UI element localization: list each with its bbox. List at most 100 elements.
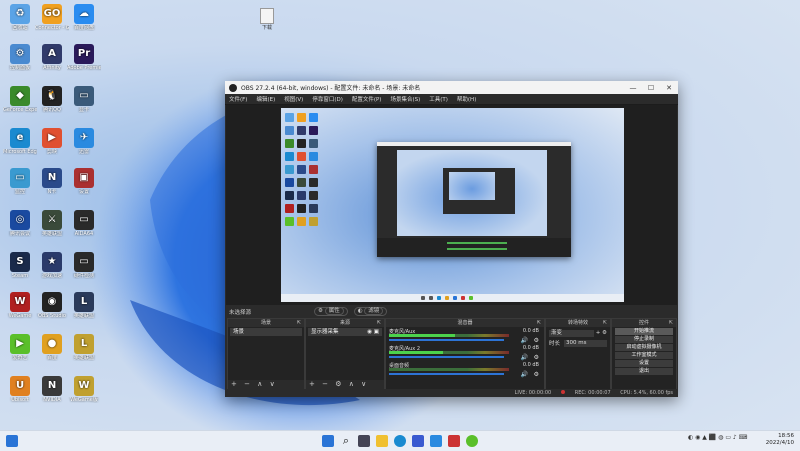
speaker-icon[interactable]: 🔊 — [521, 354, 528, 361]
desktop-icon[interactable]: L 英雄联盟 — [67, 292, 101, 319]
desktop-icon[interactable]: ● 百度 — [35, 334, 69, 361]
menu-item[interactable]: 停靠窗口(D) — [312, 95, 343, 103]
tray-icons[interactable]: ◐ ◉ ▲ ⬛ ◍ ▭ ♪ ⌨ — [688, 434, 747, 441]
menu-item[interactable]: 帮助(H) — [457, 95, 476, 103]
source-settings-icon[interactable]: ⚙ — [335, 380, 341, 388]
dock-pin-icon[interactable]: ⇱ — [377, 319, 381, 327]
menu-item[interactable]: 文件(F) — [229, 95, 247, 103]
desktop-icon[interactable]: ★ 游戏加速 — [35, 252, 69, 279]
duration-value[interactable]: 300 ms — [564, 339, 607, 347]
desktop-icon[interactable]: ▶ 剪映 — [35, 128, 69, 155]
preview-canvas[interactable] — [281, 108, 624, 302]
dock-pin-icon[interactable]: ⇱ — [603, 319, 607, 327]
minimize-icon[interactable]: — — [624, 84, 642, 92]
widgets-icon[interactable] — [6, 435, 18, 447]
store-icon[interactable] — [412, 435, 424, 447]
menu-item[interactable]: 配置文件(P) — [352, 95, 382, 103]
rec-status-wrap: REC: 00:00:07 — [560, 390, 611, 396]
add-scene-icon[interactable]: + — [231, 380, 237, 388]
desktop-icon[interactable]: ▭ 监控 — [3, 168, 37, 195]
control-button[interactable]: 停止录制 — [615, 336, 673, 343]
gear-icon[interactable]: ⚙ — [534, 354, 539, 361]
filters-button[interactable]: ◐ 滤镜 — [353, 307, 388, 316]
remove-source-icon[interactable]: − — [322, 380, 328, 388]
dock-pin-icon[interactable]: ⇱ — [669, 319, 673, 327]
control-button[interactable]: 设置 — [615, 360, 673, 367]
desktop-icon[interactable]: PrAdobe Premiere — [67, 44, 101, 71]
remove-scene-icon[interactable]: − — [244, 380, 250, 388]
desktop-icon[interactable]: ⚔ 英雄联盟 — [35, 210, 69, 237]
menu-item[interactable]: 场景集合(S) — [390, 95, 420, 103]
desktop-icon[interactable]: e Microsoft Edge — [3, 128, 37, 155]
close-icon[interactable]: ✕ — [660, 84, 678, 92]
obs-titlebar[interactable]: OBS 27.2.4 (64-bit, windows) - 配置文件: 未命名… — [225, 81, 678, 94]
desktop-icon[interactable]: W WeGame — [3, 292, 37, 319]
move-up-icon[interactable]: ∧ — [349, 380, 354, 388]
desktop-icon[interactable]: GOConnector - GoPro — [35, 4, 69, 31]
preview-area[interactable] — [226, 105, 677, 305]
dock-pin-icon[interactable]: ⇱ — [537, 319, 541, 327]
desktop-file[interactable]: 下载 — [259, 8, 275, 31]
volume-slider[interactable] — [389, 339, 504, 341]
speaker-icon[interactable]: 🔊 — [521, 337, 528, 344]
app-icon: ♻ — [10, 4, 30, 24]
desktop-icon[interactable]: N NVIDIA — [35, 376, 69, 403]
clock[interactable]: 18:56 2022/4/10 — [766, 433, 794, 447]
desktop-icon[interactable]: 🐧 腾讯QQ — [35, 86, 69, 113]
desktop-icon[interactable]: ▣ 设置 — [67, 168, 101, 195]
volume-slider[interactable] — [389, 373, 504, 375]
desktop-icon[interactable]: ◆GeForce Experience — [3, 86, 37, 113]
gear-icon[interactable]: ⚙ — [534, 337, 539, 344]
desktop-icon[interactable]: ▭ 显卡 — [67, 86, 101, 113]
desktop-icon[interactable]: W WeGame版 — [67, 376, 101, 403]
move-down-icon[interactable]: ∨ — [361, 380, 366, 388]
xunlei-icon[interactable] — [430, 435, 442, 447]
start-icon[interactable] — [322, 435, 334, 447]
edge-icon[interactable] — [394, 435, 406, 447]
desktop-icon[interactable]: A Affinity — [35, 44, 69, 71]
move-down-icon[interactable]: ∨ — [270, 380, 275, 388]
control-button[interactable]: 退出 — [615, 368, 673, 375]
iqiyi-icon[interactable] — [466, 435, 478, 447]
desktop-icon-label: 剪映 — [46, 149, 57, 155]
desktop-icon[interactable]: ▭ 硬件检测 — [67, 252, 101, 279]
menu-item[interactable]: 视图(V) — [284, 95, 303, 103]
add-source-icon[interactable]: + — [309, 380, 315, 388]
control-button[interactable]: 工作室模式 — [615, 352, 673, 359]
move-up-icon[interactable]: ∧ — [257, 380, 262, 388]
desktop-icon[interactable]: ✈ 迅雷 — [67, 128, 101, 155]
desktop-icon[interactable]: U Ubisoft — [3, 376, 37, 403]
control-button[interactable]: 开始推流 — [615, 328, 673, 335]
volume-slider[interactable] — [389, 356, 504, 358]
menu-item[interactable]: 编辑(E) — [256, 95, 275, 103]
source-item[interactable]: 显示器采集 ◉ ▣ — [308, 328, 382, 336]
search-icon[interactable]: ⌕ — [340, 435, 352, 447]
add-transition-icon[interactable]: + ⚙ — [594, 330, 607, 336]
desktop-icon[interactable]: N N卡 — [35, 168, 69, 195]
speaker-icon[interactable]: 🔊 — [521, 371, 528, 378]
desktop-icon[interactable]: S Steam — [3, 252, 37, 279]
app-icon[interactable] — [448, 435, 460, 447]
desktop-icon[interactable]: L 英雄联盟 — [67, 334, 101, 361]
scene-item[interactable]: 场景 — [230, 328, 302, 336]
task-view-icon[interactable] — [358, 435, 370, 447]
menu-item[interactable]: 工具(T) — [429, 95, 448, 103]
maximize-icon[interactable]: ☐ — [642, 84, 660, 92]
properties-button[interactable]: ⚙ 属性 — [314, 307, 348, 316]
visibility-icon[interactable]: ◉ ▣ — [367, 328, 379, 336]
desktop-icon[interactable]: ♻ 回收站 — [3, 4, 37, 31]
transition-duration[interactable]: 时长 300 ms — [549, 339, 607, 347]
transition-type-select[interactable]: 渐变 + ⚙ — [549, 329, 607, 337]
desktop-icon[interactable]: ▭ AIDA64 — [67, 210, 101, 237]
control-button[interactable]: 启动虚拟摄像机 — [615, 344, 673, 351]
desktop-icon[interactable]: ▶ 爱奇艺 — [3, 334, 37, 361]
desktop-icon-label: 硬件检测 — [73, 273, 94, 279]
desktop-icon[interactable]: ◉ OBS Studio — [35, 292, 69, 319]
file-explorer-icon[interactable] — [376, 435, 388, 447]
desktop-icon[interactable]: ☁ 百度网盘 — [67, 4, 101, 31]
gear-icon[interactable]: ⚙ — [534, 371, 539, 378]
desktop-icon[interactable]: ⚙ 控制面板 — [3, 44, 37, 71]
obs-window[interactable]: OBS 27.2.4 (64-bit, windows) - 配置文件: 未命名… — [225, 81, 678, 397]
desktop-icon[interactable]: ◎ 腾讯会议 — [3, 210, 37, 237]
dock-pin-icon[interactable]: ⇱ — [297, 319, 301, 327]
